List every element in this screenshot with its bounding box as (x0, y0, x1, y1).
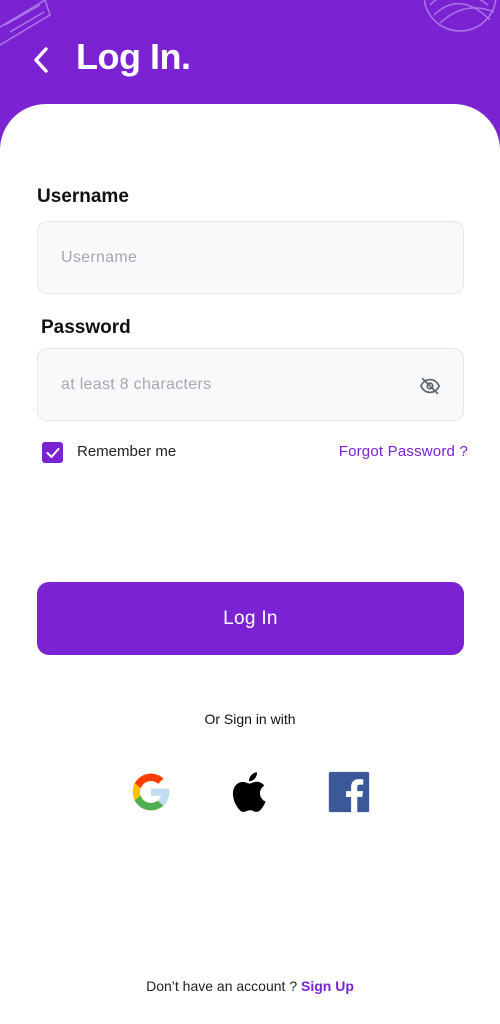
apple-signin-button[interactable] (229, 770, 273, 814)
page-title: Log In. (76, 36, 191, 77)
decorative-circle-icon (423, 0, 497, 32)
signup-link[interactable]: Sign Up (301, 978, 354, 994)
username-input[interactable] (38, 222, 463, 293)
facebook-signin-button[interactable] (327, 770, 371, 814)
password-visibility-toggle[interactable] (419, 375, 441, 397)
google-icon (132, 773, 170, 811)
checkmark-icon (46, 447, 59, 458)
google-signin-button[interactable] (129, 770, 173, 814)
signup-row: Don’t have an account ? Sign Up (0, 978, 500, 994)
apple-icon (232, 772, 266, 812)
back-button[interactable] (24, 40, 58, 80)
login-screen: Log In. Username Password Remember me Fo… (0, 0, 500, 1024)
login-button[interactable]: Log In (37, 582, 464, 655)
username-label: Username (37, 186, 129, 207)
forgot-password-link[interactable]: Forgot Password ? (339, 443, 468, 460)
remember-label: Remember me (77, 443, 177, 460)
username-field-container (37, 221, 464, 294)
eye-off-icon (420, 377, 440, 395)
remember-checkbox[interactable] (42, 442, 63, 463)
remember-row: Remember me Forgot Password ? (42, 440, 468, 464)
password-label: Password (41, 317, 131, 338)
facebook-icon (328, 771, 370, 813)
social-prompt: Or Sign in with (204, 711, 296, 727)
password-input[interactable] (38, 349, 463, 420)
password-field-container (37, 348, 464, 421)
chevron-left-icon (34, 47, 48, 73)
signup-prompt: Don’t have an account ? (146, 978, 298, 994)
